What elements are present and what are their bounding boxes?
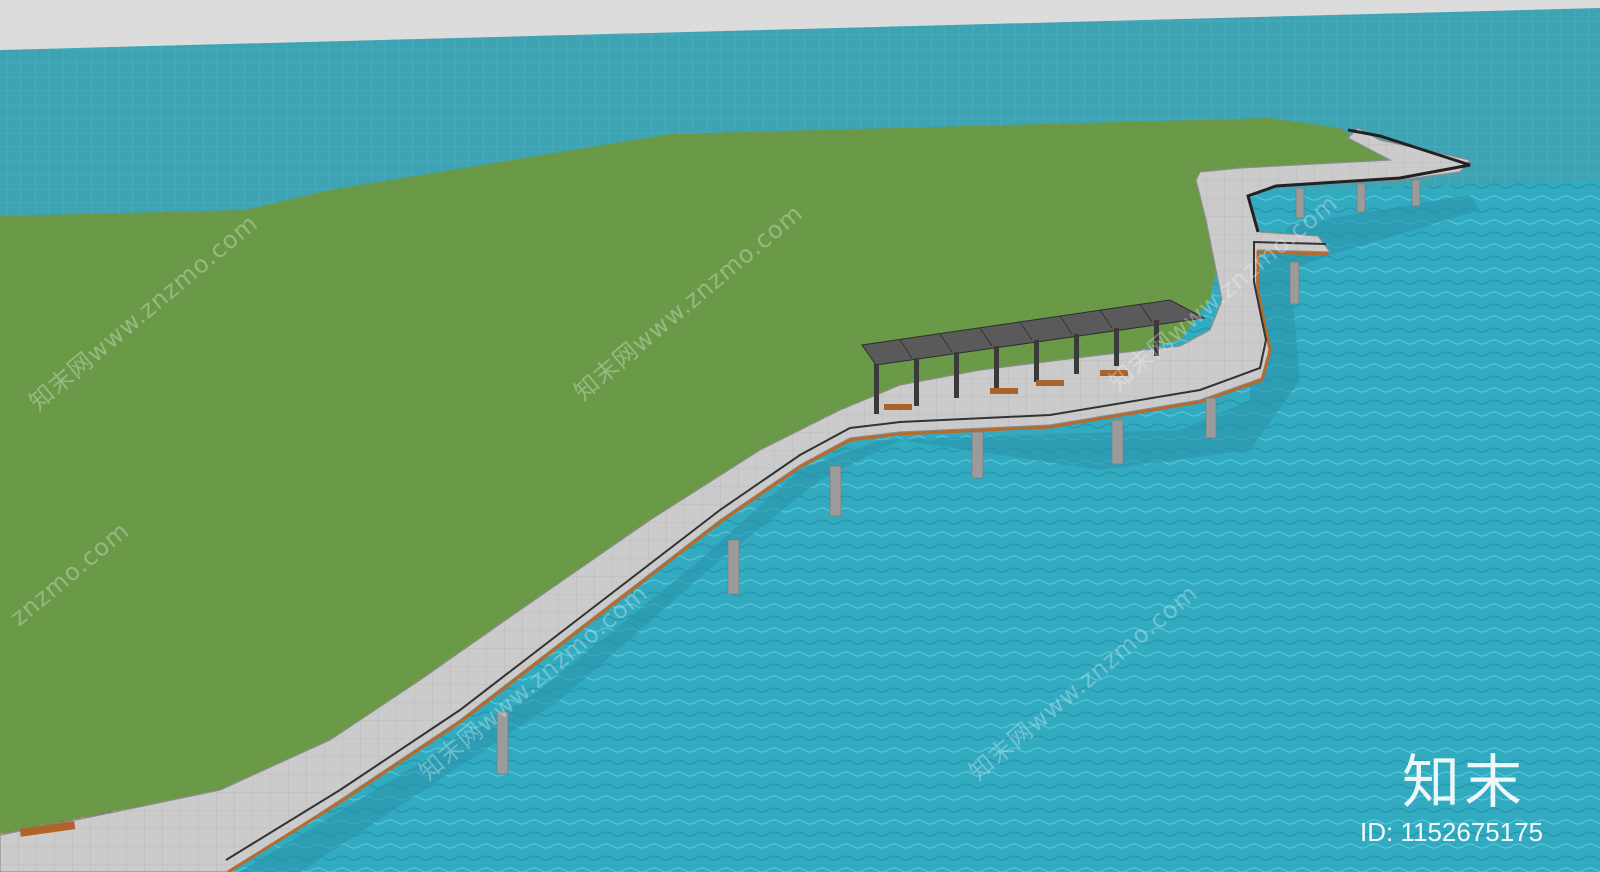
asset-id-label: ID: 1152675175 bbox=[1360, 817, 1544, 847]
brand-logo: 知末 bbox=[1402, 748, 1527, 816]
scene-canvas bbox=[0, 0, 1600, 872]
